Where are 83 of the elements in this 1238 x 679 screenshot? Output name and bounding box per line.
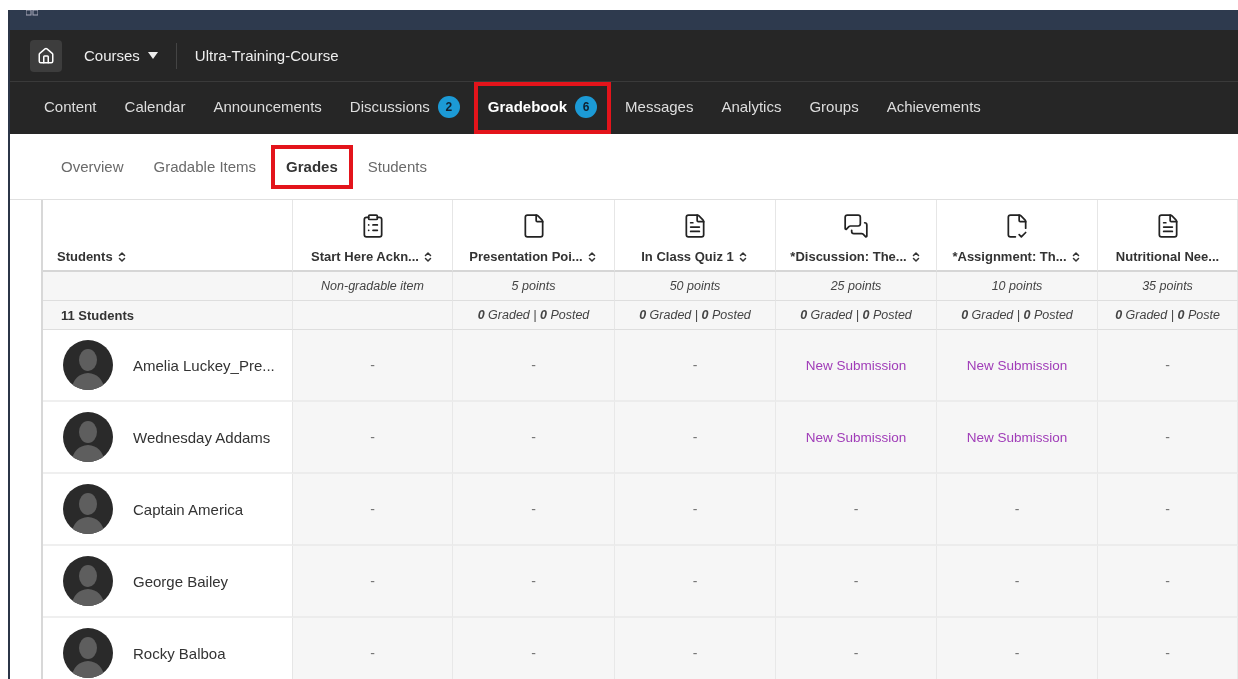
avatar-icon xyxy=(63,340,113,390)
empty-grade: - xyxy=(692,645,698,661)
empty-grade: - xyxy=(531,573,536,589)
avatar-icon xyxy=(63,556,113,606)
sub-tab[interactable]: Students xyxy=(352,144,442,189)
student-count: 11 Students xyxy=(61,307,134,323)
new-submission-link[interactable]: New Submission xyxy=(805,429,907,445)
column-sort-button[interactable]: Start Here Ackn... xyxy=(311,249,434,264)
points-text: 10 points xyxy=(991,279,1043,293)
nav-tab[interactable]: Discussions 2 xyxy=(335,82,474,134)
empty-grade: - xyxy=(531,429,536,445)
empty-grade: - xyxy=(692,501,698,517)
empty-grade: - xyxy=(692,429,698,445)
points-text: Non-gradable item xyxy=(321,279,424,293)
column-title: Nutritional Nee... xyxy=(1115,249,1220,264)
chat-bubbles-icon xyxy=(843,213,869,239)
student-name: Wednesday Addams xyxy=(133,428,271,446)
empty-grade: - xyxy=(1165,645,1170,661)
student-name: Rocky Balboa xyxy=(133,644,226,662)
empty-grade: - xyxy=(1165,429,1170,445)
empty-grade: - xyxy=(853,501,859,517)
empty-grade: - xyxy=(1165,501,1170,517)
empty-grade: - xyxy=(1165,357,1170,373)
student-name: Captain America xyxy=(133,500,244,518)
nav-tab[interactable]: Messages xyxy=(611,82,708,134)
nav-tab[interactable]: Announcements xyxy=(199,82,336,134)
points-text: 25 points xyxy=(830,279,882,293)
nav-tab[interactable]: Analytics xyxy=(707,82,796,134)
points-text: 50 points xyxy=(669,279,721,293)
course-title: Ultra-Training-Course xyxy=(194,47,339,64)
empty-grade: - xyxy=(1014,645,1020,661)
empty-grade: - xyxy=(692,357,698,373)
empty-grade: - xyxy=(1014,501,1020,517)
empty-grade: - xyxy=(370,357,375,373)
grid-icon xyxy=(26,10,38,16)
avatar-icon xyxy=(63,628,113,678)
empty-grade: - xyxy=(1014,573,1020,589)
empty-grade: - xyxy=(692,573,698,589)
column-sort-button[interactable]: *Discussion: The... xyxy=(790,249,922,264)
empty-grade: - xyxy=(531,357,536,373)
nav-tab[interactable]: Calendar xyxy=(110,82,200,134)
graded-posted-status: 0 Graded | 0 Posted xyxy=(639,308,751,322)
sub-tab[interactable]: Gradable Items xyxy=(138,144,272,189)
empty-grade: - xyxy=(1165,573,1170,589)
avatar-icon xyxy=(63,484,113,534)
students-sort-header[interactable]: Students xyxy=(57,249,128,264)
count-badge: 6 xyxy=(575,95,598,118)
home-icon xyxy=(37,46,55,65)
student-name: Amelia Luckey_Pre... xyxy=(133,356,275,374)
empty-grade: - xyxy=(853,573,859,589)
sub-tab[interactable]: Grades xyxy=(271,144,353,189)
courses-menu[interactable]: Courses xyxy=(84,47,158,64)
new-submission-link[interactable]: New Submission xyxy=(966,429,1068,445)
list-document-icon xyxy=(682,213,708,239)
empty-grade: - xyxy=(853,645,859,661)
empty-grade: - xyxy=(370,501,375,517)
empty-grade: - xyxy=(531,501,536,517)
empty-grade: - xyxy=(370,429,375,445)
avatar-icon xyxy=(63,412,113,462)
points-text: 5 points xyxy=(511,279,556,293)
graded-posted-status: 0 Graded | 0 Posted xyxy=(961,308,1073,322)
column-sort-button[interactable]: *Assignment: Th... xyxy=(952,249,1082,264)
nav-tab[interactable]: Gradebook 6 xyxy=(473,82,612,134)
empty-grade: - xyxy=(370,573,375,589)
nav-tab[interactable]: Groups xyxy=(795,82,873,134)
graded-posted-status: 0 Graded | 0 Posted xyxy=(800,308,912,322)
new-submission-link[interactable]: New Submission xyxy=(966,357,1068,373)
sub-tab[interactable]: Overview xyxy=(46,144,139,189)
graded-posted-status: 0 Graded | 0 Posted xyxy=(477,308,590,322)
count-badge: 2 xyxy=(437,95,460,118)
caret-icon xyxy=(147,52,158,59)
graded-posted-status: 0 Graded | 0 Poste xyxy=(1115,308,1220,322)
nav-tab[interactable]: Content xyxy=(30,82,111,134)
nav-tab[interactable]: Achievements xyxy=(872,82,995,134)
new-submission-link[interactable]: New Submission xyxy=(805,357,907,373)
empty-grade: - xyxy=(531,645,536,661)
empty-grade: - xyxy=(370,645,375,661)
student-name: George Bailey xyxy=(133,572,229,590)
checklist-document-icon xyxy=(1004,213,1030,239)
column-sort-button[interactable]: Presentation Poi... xyxy=(469,249,598,264)
home-button[interactable] xyxy=(30,39,62,72)
points-text: 35 points xyxy=(1142,279,1193,293)
column-sort-button[interactable]: In Class Quiz 1 xyxy=(641,249,749,264)
